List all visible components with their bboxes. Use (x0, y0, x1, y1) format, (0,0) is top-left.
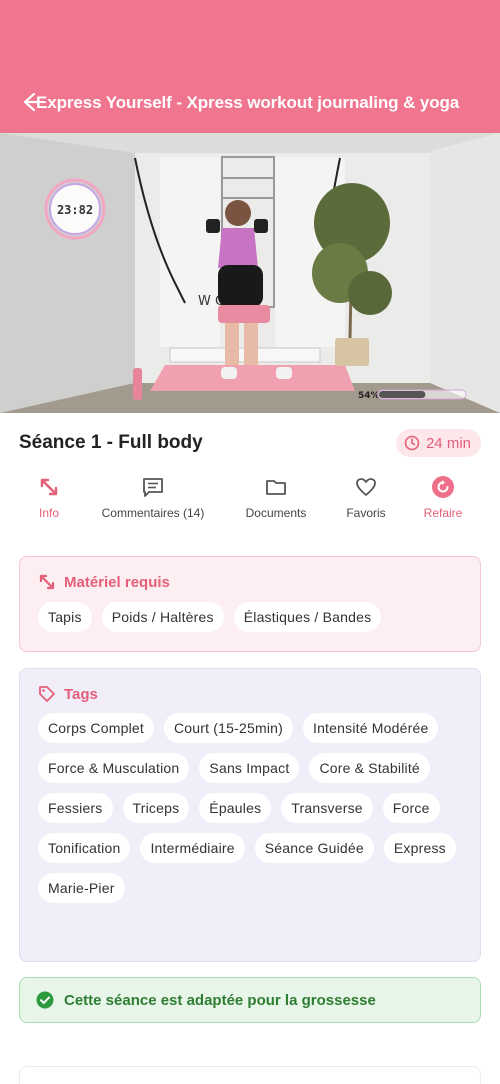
video-timer: 23:82 (57, 203, 93, 217)
tag-chip[interactable]: Tonification (38, 833, 131, 863)
tag-chip[interactable]: Séance Guidée (254, 833, 374, 863)
tag-chip[interactable]: Triceps (122, 793, 190, 823)
equipment-chip[interactable]: Élastiques / Bandes (233, 602, 382, 632)
expand-arrows-icon (39, 574, 55, 590)
tab-comments[interactable]: Commentaires (14) (92, 470, 214, 526)
video-progress-fill (379, 391, 426, 398)
tag-chip[interactable]: Corps Complet (38, 713, 154, 743)
duration-label: 24 min (425, 434, 471, 452)
pregnancy-notice: Cette séance est adaptée pour la grosses… (19, 977, 481, 1023)
equipment-title: Matériel requis (64, 573, 170, 591)
workout-header: Séance 1 - Full body 24 min (0, 420, 500, 468)
tag-chip[interactable]: Épaules (199, 793, 272, 823)
video-player[interactable]: W CY 23:82 54% (0, 133, 500, 413)
page-title: Express Yourself - Xpress workout journa… (36, 93, 460, 112)
tags-list: Corps Complet Court (15-25min) Intensité… (38, 713, 462, 903)
tag-chip[interactable]: Core & Stabilité (309, 753, 430, 783)
redo-icon (432, 476, 454, 498)
tags-card: Tags Corps Complet Court (15-25min) Inte… (19, 668, 481, 962)
tag-chip[interactable]: Intermédiaire (140, 833, 245, 863)
duration-badge: 24 min (395, 429, 481, 457)
tab-documents-label: Documents (245, 506, 307, 520)
equipment-list: Tapis Poids / Haltères Élastiques / Band… (38, 602, 462, 632)
tag-icon (39, 686, 55, 702)
check-circle-icon (36, 991, 54, 1009)
tab-documents[interactable]: Documents (236, 470, 316, 526)
equipment-chip[interactable]: Tapis (38, 602, 92, 632)
tab-info[interactable]: Info (26, 470, 72, 526)
expand-arrows-icon (40, 478, 58, 496)
tag-chip[interactable]: Force (382, 793, 440, 823)
clock-icon (404, 435, 420, 451)
next-section-card (19, 1066, 481, 1084)
equipment-card: Matériel requis Tapis Poids / Haltères É… (19, 556, 481, 652)
equipment-header: Matériel requis (38, 573, 462, 591)
folder-icon (266, 480, 286, 495)
tag-chip[interactable]: Marie-Pier (38, 873, 125, 903)
tab-info-label: Info (38, 506, 59, 520)
tab-redo-label: Refaire (423, 506, 463, 520)
video-frame: W CY 23:82 54% (0, 133, 500, 413)
tag-chip[interactable]: Intensité Modérée (302, 713, 439, 743)
tag-chip[interactable]: Force & Musculation (38, 753, 190, 783)
tag-chip[interactable]: Sans Impact (199, 753, 300, 783)
tab-comments-label: Commentaires (14) (101, 506, 205, 520)
pregnancy-notice-text: Cette séance est adaptée pour la grosses… (64, 991, 376, 1009)
app-header: Express Yourself - Xpress workout journa… (0, 0, 500, 133)
tab-favorites[interactable]: Favoris (336, 470, 396, 526)
tag-chip[interactable]: Transverse (281, 793, 373, 823)
tag-chip[interactable]: Fessiers (38, 793, 113, 823)
heart-icon (356, 478, 376, 496)
tags-title: Tags (64, 685, 98, 703)
video-progress-label: 54% (358, 391, 380, 401)
tag-chip[interactable]: Court (15-25min) (163, 713, 293, 743)
tag-chip[interactable]: Express (383, 833, 456, 863)
tab-favorites-label: Favoris (346, 506, 386, 520)
equipment-chip[interactable]: Poids / Haltères (101, 602, 224, 632)
workout-title: Séance 1 - Full body (19, 432, 203, 453)
tags-header: Tags (38, 685, 462, 703)
tab-redo[interactable]: Refaire (416, 470, 470, 526)
comment-icon (143, 478, 163, 497)
action-tabs: Info Commentaires (14) Documents Favoris… (0, 470, 500, 526)
